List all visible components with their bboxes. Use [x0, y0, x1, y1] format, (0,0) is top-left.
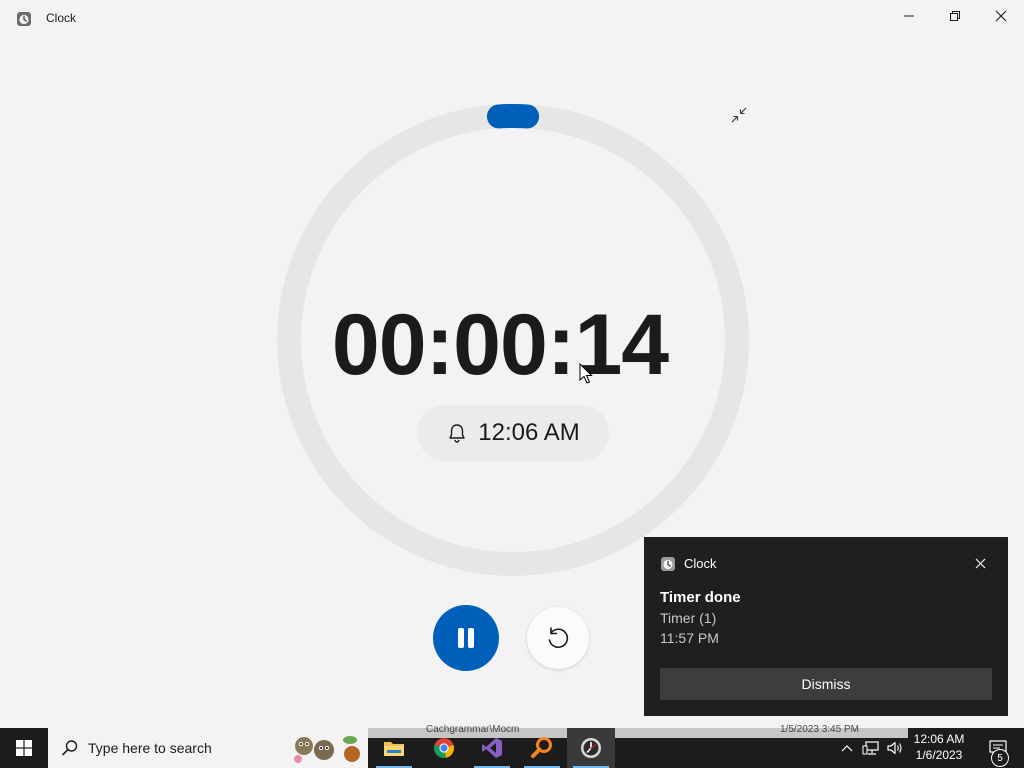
start-button[interactable] — [0, 728, 48, 768]
minimize-button[interactable] — [886, 0, 932, 32]
chrome-icon — [434, 738, 454, 758]
notification-timer-name: Timer (1) — [660, 610, 717, 626]
search-icon — [62, 740, 78, 756]
taskbar-clock-app[interactable] — [567, 728, 615, 768]
notification-close-button[interactable] — [970, 553, 990, 573]
notification-app-name: Clock — [684, 556, 717, 571]
dismiss-button[interactable]: Dismiss — [660, 668, 992, 700]
notification-count-badge: 5 — [991, 749, 1009, 767]
minimize-icon — [904, 15, 914, 17]
window-title: Clock — [46, 11, 77, 25]
reset-icon — [548, 627, 569, 649]
title-bar: Clock — [0, 0, 1024, 36]
bell-icon — [449, 424, 465, 443]
taskbar: Cachgrammar\Mocm 1/5/2023 3:45 PM Type h… — [0, 724, 1024, 768]
close-button[interactable] — [978, 0, 1024, 32]
taskbar-clock[interactable]: 12:06 AM 1/6/2023 — [908, 731, 970, 763]
reset-button[interactable] — [527, 607, 589, 669]
visual-studio-icon — [482, 738, 502, 758]
clock-app-icon — [661, 557, 675, 571]
taskbar-file-explorer[interactable] — [370, 728, 418, 768]
volume-button[interactable] — [884, 728, 906, 768]
search-placeholder: Type here to search — [88, 740, 212, 756]
timer-done-notification: Clock Timer done Timer (1) 11:57 PM Dism… — [644, 537, 1008, 716]
file-explorer-icon — [384, 742, 404, 756]
timer-end-time: 12:06 AM — [417, 405, 609, 461]
network-icon — [862, 741, 879, 755]
clock-app-icon — [581, 738, 601, 758]
taskbar-clock-date: 1/6/2023 — [915, 748, 963, 762]
taskbar-search-box[interactable]: Type here to search — [48, 728, 368, 768]
taskbar-clock-time: 12:06 AM — [913, 732, 965, 746]
taskbar-chrome[interactable] — [420, 728, 468, 768]
mouse-cursor-icon — [579, 363, 593, 384]
pause-icon — [458, 628, 474, 648]
close-icon — [995, 10, 1007, 22]
notification-time: 11:57 PM — [660, 630, 719, 646]
taskbar-search-tool[interactable] — [518, 728, 566, 768]
timer-remaining-time: 00:00:14 — [331, 297, 669, 393]
search-highlight-illustration-icon — [294, 736, 360, 763]
end-time-label: 12:06 AM — [478, 419, 580, 446]
volume-icon — [887, 741, 902, 755]
windows-logo-icon — [16, 740, 32, 756]
close-icon — [975, 558, 985, 568]
show-hidden-icons-button[interactable] — [838, 728, 856, 768]
pause-button[interactable] — [433, 605, 499, 671]
notification-title: Timer done — [660, 589, 741, 606]
search-tool-icon — [531, 737, 552, 758]
network-button[interactable] — [860, 728, 882, 768]
chevron-up-icon — [841, 745, 853, 752]
restore-button[interactable] — [932, 0, 978, 32]
taskbar-visual-studio[interactable] — [468, 728, 516, 768]
clock-app-icon — [17, 12, 31, 26]
restore-icon — [950, 11, 960, 21]
